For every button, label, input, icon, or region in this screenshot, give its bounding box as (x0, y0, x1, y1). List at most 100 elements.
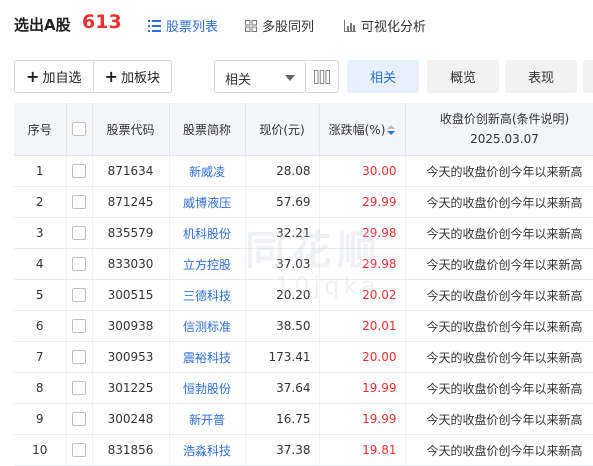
col-header-name[interactable]: 股票简称 (169, 103, 245, 156)
stock-name-link[interactable]: 三德科技 (169, 280, 245, 311)
stock-name-link[interactable]: 信测标准 (169, 311, 245, 342)
stock-change: 19.99 (319, 404, 405, 435)
table-row[interactable]: 10831856浩淼科技37.3819.81今天的收盘价创今年以来新高 (14, 435, 593, 466)
stock-price: 37.64 (245, 373, 319, 404)
stock-name-link[interactable]: 震裕科技 (169, 342, 245, 373)
row-select[interactable] (66, 249, 92, 280)
col-header-price[interactable]: 现价(元) (245, 103, 319, 156)
table-row[interactable]: 6300938信测标准38.5020.01今天的收盘价创今年以来新高 (14, 311, 593, 342)
stock-code: 833030 (92, 249, 169, 280)
table-row[interactable]: 7300953震裕科技173.4120.00今天的收盘价创今年以来新高 (14, 342, 593, 373)
condition-text: 今天的收盘价创今年以来新高 (405, 404, 593, 435)
select-all-checkbox[interactable] (72, 122, 86, 136)
stock-name-link[interactable]: 机科股份 (169, 218, 245, 249)
stock-price: 20.20 (245, 280, 319, 311)
row-select[interactable] (66, 156, 92, 187)
column-settings-button[interactable] (306, 60, 339, 93)
condition-text: 今天的收盘价创今年以来新高 (405, 342, 593, 373)
row-checkbox[interactable] (72, 288, 86, 302)
stock-price: 32.21 (245, 218, 319, 249)
stock-name-link[interactable]: 立方控股 (169, 249, 245, 280)
stock-name-link[interactable]: 新威凌 (169, 156, 245, 187)
header-bar: 选出A股 613 股票列表 多股同列 可视化分析 (0, 0, 593, 52)
row-select[interactable] (66, 342, 92, 373)
row-checkbox[interactable] (72, 319, 86, 333)
stock-change: 30.00 (319, 156, 405, 187)
row-checkbox[interactable] (72, 350, 86, 364)
condition-text: 今天的收盘价创今年以来新高 (405, 280, 593, 311)
list-icon (148, 20, 161, 32)
segment-performance[interactable]: 表现 (505, 60, 577, 93)
add-watchlist-button[interactable]: + 加自选 (15, 61, 93, 92)
row-index: 4 (14, 249, 66, 280)
segment-overview[interactable]: 概览 (427, 60, 499, 93)
row-index: 5 (14, 280, 66, 311)
result-count: 613 (82, 11, 122, 33)
stock-price: 57.69 (245, 187, 319, 218)
plus-icon: + (105, 67, 118, 86)
stock-name-link[interactable]: 新开普 (169, 404, 245, 435)
row-checkbox[interactable] (72, 257, 86, 271)
tab-visual-analysis[interactable]: 可视化分析 (344, 16, 426, 35)
row-select[interactable] (66, 218, 92, 249)
col-header-index[interactable]: 序号 (14, 103, 66, 156)
segment-related[interactable]: 相关 (347, 60, 419, 93)
tab-stock-list[interactable]: 股票列表 (148, 16, 218, 35)
table-row[interactable]: 3835579机科股份32.2129.98今天的收盘价创今年以来新高 (14, 218, 593, 249)
stock-name-link[interactable]: 浩淼科技 (169, 435, 245, 466)
row-index: 1 (14, 156, 66, 187)
sort-select[interactable]: 相关 (214, 60, 306, 93)
col-header-code[interactable]: 股票代码 (92, 103, 169, 156)
table-row[interactable]: 9300248新开普16.7519.99今天的收盘价创今年以来新高 (14, 404, 593, 435)
col-header-change[interactable]: 涨跌幅(%) (319, 103, 405, 156)
add-sector-button[interactable]: + 加板块 (93, 61, 172, 92)
stock-code: 871245 (92, 187, 169, 218)
stock-change: 19.99 (319, 373, 405, 404)
stock-code: 300515 (92, 280, 169, 311)
row-select[interactable] (66, 280, 92, 311)
row-checkbox[interactable] (72, 195, 86, 209)
table-header-row: 序号 股票代码 股票简称 现价(元) 涨跌幅(%) 收盘价创新高(条件说明) 2… (14, 103, 593, 156)
segment-more[interactable] (583, 60, 593, 93)
table-row[interactable]: 1871634新威凌28.0830.00今天的收盘价创今年以来新高 (14, 156, 593, 187)
stock-name-link[interactable]: 威博液压 (169, 187, 245, 218)
row-select[interactable] (66, 435, 92, 466)
row-select[interactable] (66, 404, 92, 435)
row-checkbox[interactable] (72, 226, 86, 240)
table-row[interactable]: 5 300515三德科技20.2020.02今天的收盘价创今年以来新高 (14, 280, 593, 311)
columns-icon (314, 70, 330, 84)
chevron-down-icon (285, 75, 295, 81)
row-index: 8 (14, 373, 66, 404)
stock-price: 38.50 (245, 311, 319, 342)
stock-price: 28.08 (245, 156, 319, 187)
row-select[interactable] (66, 311, 92, 342)
row-select[interactable] (66, 373, 92, 404)
stock-change: 19.81 (319, 435, 405, 466)
stock-table: 序号 股票代码 股票简称 现价(元) 涨跌幅(%) 收盘价创新高(条件说明) 2… (14, 103, 593, 466)
tab-label: 多股同列 (262, 16, 314, 35)
col-header-condition[interactable]: 收盘价创新高(条件说明) 2025.03.07 (405, 103, 593, 156)
table-row[interactable]: 4833030立方控股37.0329.98今天的收盘价创今年以来新高 (14, 249, 593, 280)
stock-price: 37.38 (245, 435, 319, 466)
row-checkbox[interactable] (72, 443, 86, 457)
row-checkbox[interactable] (72, 164, 86, 178)
table-body: 1871634新威凌28.0830.00今天的收盘价创今年以来新高2871245… (14, 156, 593, 466)
table-row[interactable]: 8301225恒勃股份37.6419.99今天的收盘价创今年以来新高 (14, 373, 593, 404)
col-header-condition-label: 收盘价创新高(条件说明) (406, 109, 593, 129)
stock-name-link[interactable]: 恒勃股份 (169, 373, 245, 404)
plus-icon: + (26, 67, 39, 86)
add-watchlist-label: 加自选 (42, 67, 81, 86)
condition-text: 今天的收盘价创今年以来新高 (405, 187, 593, 218)
tab-multi-stock[interactable]: 多股同列 (245, 16, 314, 35)
table-row[interactable]: 2871245威博液压57.6929.99今天的收盘价创今年以来新高 (14, 187, 593, 218)
row-checkbox[interactable] (72, 381, 86, 395)
row-index: 6 (14, 311, 66, 342)
row-checkbox[interactable] (72, 412, 86, 426)
sort-desc-icon[interactable] (387, 125, 395, 135)
row-select[interactable] (66, 187, 92, 218)
col-header-condition-date: 2025.03.07 (406, 129, 593, 149)
stock-change: 20.02 (319, 280, 405, 311)
condition-text: 今天的收盘价创今年以来新高 (405, 249, 593, 280)
col-header-select[interactable] (66, 103, 92, 156)
tab-label: 股票列表 (166, 16, 218, 35)
